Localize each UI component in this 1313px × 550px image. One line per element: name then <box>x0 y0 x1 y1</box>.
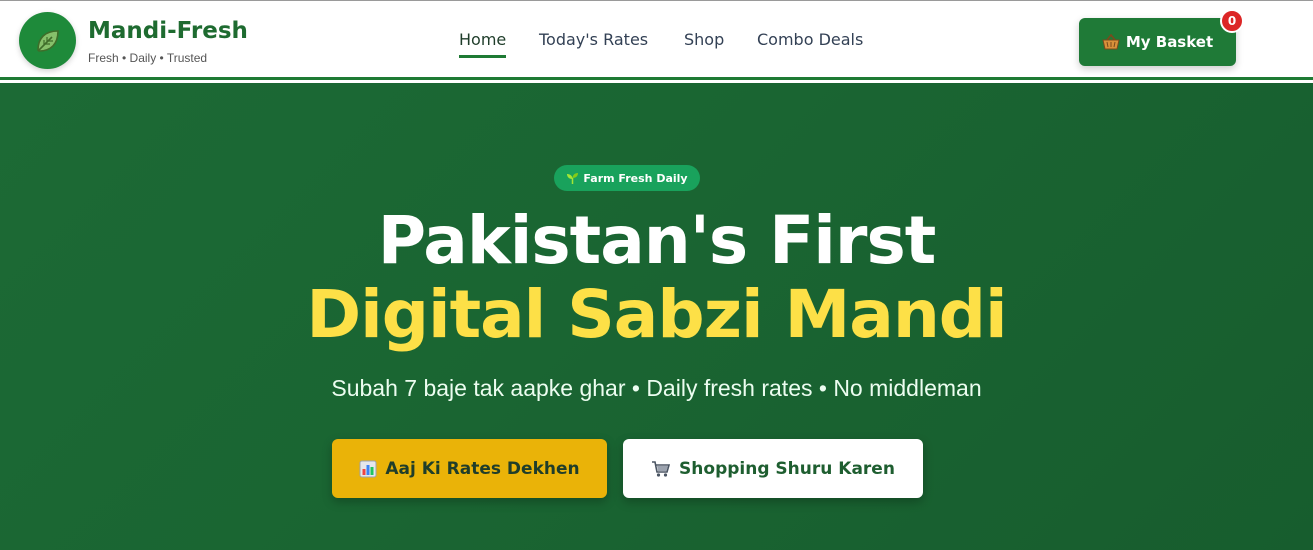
active-nav-indicator <box>459 55 507 58</box>
start-shopping-button[interactable]: Shopping Shuru Karen <box>623 439 923 498</box>
basket-count-badge: 0 <box>1220 9 1244 33</box>
cart-icon <box>652 460 671 477</box>
nav-item-todays-rates[interactable]: Today's Rates <box>539 30 648 49</box>
nav-item-shop[interactable]: Shop <box>684 30 724 49</box>
nav-item-label: Combo Deals <box>757 30 864 49</box>
hero-subtitle: Subah 7 baje tak aapke ghar • Daily fres… <box>331 375 982 401</box>
site-header: Mandi-Fresh Fresh • Daily • Trusted Home… <box>0 0 1313 80</box>
nav-item-label: Shop <box>684 30 725 49</box>
nav-item-label: Today's Rates <box>539 30 649 49</box>
hero-badge-label: Farm Fresh Daily <box>583 171 688 185</box>
seedling-icon <box>567 172 579 184</box>
hero-section: Farm Fresh Daily Pakistan's First Digita… <box>0 83 1313 550</box>
view-rates-button[interactable]: Aaj Ki Rates Dekhen <box>332 439 607 498</box>
hero-title-line-1: Pakistan's First <box>377 202 937 279</box>
nav-item-home[interactable]: Home <box>459 30 507 58</box>
start-shopping-label: Shopping Shuru Karen <box>679 458 895 479</box>
basket-icon <box>1102 34 1120 50</box>
nav-item-label: Home <box>459 30 507 49</box>
my-basket-button[interactable]: My Basket <box>1079 18 1236 66</box>
bar-chart-icon <box>359 460 377 477</box>
basket-label: My Basket <box>1125 33 1214 51</box>
view-rates-label: Aaj Ki Rates Dekhen <box>385 458 580 479</box>
hero-title-line-2: Digital Sabzi Mandi <box>306 276 1007 353</box>
nav-item-combo-deals[interactable]: Combo Deals <box>757 30 863 49</box>
hero-badge: Farm Fresh Daily <box>554 165 700 191</box>
